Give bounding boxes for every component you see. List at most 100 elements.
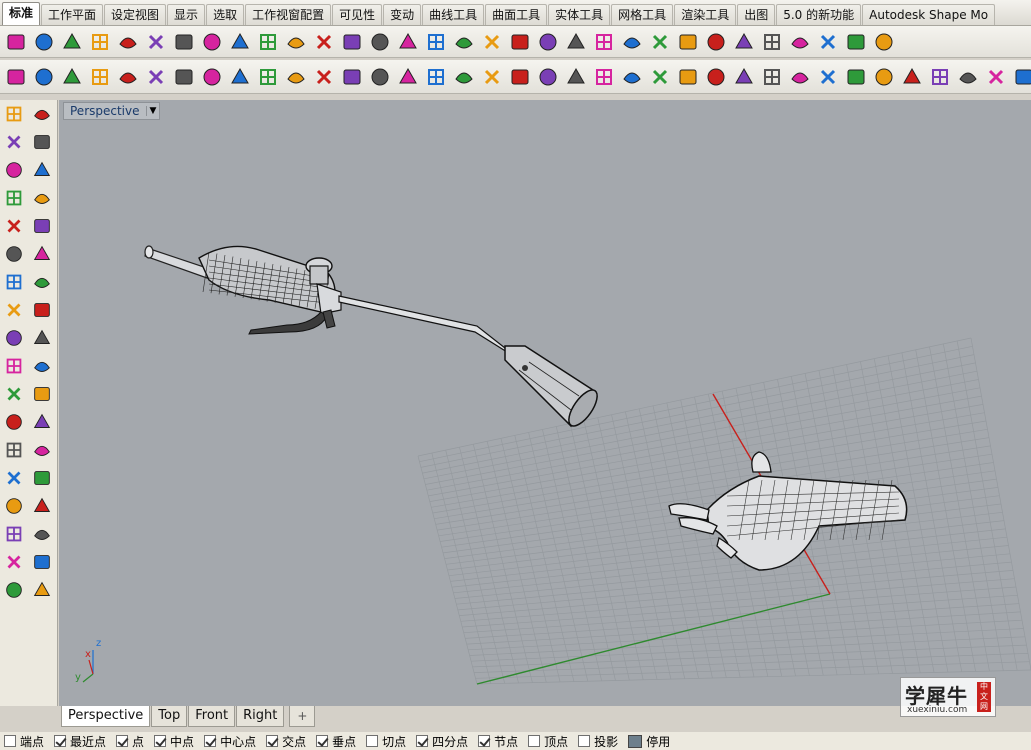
- zoom-selected-icon[interactable]: [394, 28, 422, 56]
- ribbon-tab[interactable]: 网格工具: [611, 4, 674, 25]
- split-icon[interactable]: [310, 63, 338, 91]
- torch-model[interactable]: [144, 245, 602, 430]
- viewport-tab-right[interactable]: Right: [236, 706, 285, 727]
- render-icon[interactable]: [786, 28, 814, 56]
- circle-icon[interactable]: [0, 156, 28, 184]
- points-icon[interactable]: [0, 520, 28, 548]
- osnap-checkbox[interactable]: [478, 735, 491, 747]
- rebuild-icon[interactable]: [282, 63, 310, 91]
- curve-on-surface-icon[interactable]: [954, 63, 982, 91]
- import-icon[interactable]: [114, 28, 142, 56]
- scene-canvas[interactable]: z x y: [59, 100, 1031, 706]
- osnap-checkbox[interactable]: [204, 735, 217, 747]
- points-grid-icon[interactable]: [926, 63, 954, 91]
- ribbon-tab[interactable]: 工作平面: [41, 4, 104, 25]
- curve-tool-icon[interactable]: [0, 548, 28, 576]
- bend-icon[interactable]: [814, 63, 842, 91]
- ribbon-tab[interactable]: 变动: [383, 4, 422, 25]
- text-icon[interactable]: [0, 436, 28, 464]
- undo-view-icon[interactable]: [422, 28, 450, 56]
- sweep-icon[interactable]: [450, 63, 478, 91]
- cross-icon[interactable]: [702, 63, 730, 91]
- open-folder-icon[interactable]: [30, 28, 58, 56]
- zoom-extents-icon[interactable]: [366, 28, 394, 56]
- ribbon-tab[interactable]: 标准: [2, 2, 41, 25]
- osnap-checkbox[interactable]: [416, 735, 429, 747]
- osnap-checkbox[interactable]: [366, 735, 379, 747]
- cap-icon[interactable]: [674, 63, 702, 91]
- cage-icon[interactable]: [142, 63, 170, 91]
- osnap-checkbox[interactable]: [266, 735, 279, 747]
- osnap-checkbox[interactable]: [54, 735, 67, 747]
- osnap-checkbox[interactable]: [154, 735, 167, 747]
- viewport-tab-top[interactable]: Top: [151, 706, 188, 727]
- rectangle-icon[interactable]: [28, 184, 56, 212]
- car-icon[interactable]: [478, 28, 506, 56]
- group-icon[interactable]: [0, 380, 28, 408]
- four-viewports-icon[interactable]: [450, 28, 478, 56]
- viewport-title[interactable]: Perspective ▼: [63, 102, 161, 120]
- undo-icon[interactable]: [226, 28, 254, 56]
- extend-icon[interactable]: [170, 63, 198, 91]
- layer-icon[interactable]: [646, 28, 674, 56]
- dimension-icon[interactable]: [28, 520, 56, 548]
- network-icon[interactable]: [114, 63, 142, 91]
- boolean-icon[interactable]: [0, 324, 28, 352]
- blend-icon[interactable]: [86, 63, 114, 91]
- grid-snap-icon[interactable]: [534, 28, 562, 56]
- surface-edit-icon[interactable]: [28, 240, 56, 268]
- zoom-window-icon[interactable]: [338, 28, 366, 56]
- explode-icon[interactable]: [28, 324, 56, 352]
- help-icon[interactable]: [870, 28, 898, 56]
- viewport-title-label[interactable]: Perspective: [64, 104, 146, 118]
- arc-icon[interactable]: [0, 184, 28, 212]
- perspective-viewport[interactable]: Perspective ▼ z x y: [59, 100, 1031, 706]
- loft-icon[interactable]: [422, 63, 450, 91]
- osnap-checkbox[interactable]: [116, 735, 129, 747]
- select-points-icon[interactable]: [562, 28, 590, 56]
- ribbon-tab[interactable]: Autodesk Shape Mo: [862, 4, 996, 25]
- pan-hand-icon[interactable]: [254, 28, 282, 56]
- grid-icon[interactable]: [618, 63, 646, 91]
- surface-box-icon[interactable]: [58, 63, 86, 91]
- align-icon[interactable]: [28, 464, 56, 492]
- smooth-icon[interactable]: [898, 63, 926, 91]
- osnap-option[interactable]: 交点: [266, 733, 306, 750]
- paste-icon[interactable]: [198, 28, 226, 56]
- print-icon[interactable]: [86, 28, 114, 56]
- osnap-option[interactable]: 中心点: [204, 733, 256, 750]
- select-cube-icon[interactable]: [646, 63, 674, 91]
- fillet-icon[interactable]: [198, 63, 226, 91]
- fillet-curve-icon[interactable]: [28, 212, 56, 240]
- shaded-sphere-icon[interactable]: [702, 28, 730, 56]
- ribbon-tab[interactable]: 设定视图: [104, 4, 167, 25]
- lock-icon[interactable]: [618, 28, 646, 56]
- ribbon-tab[interactable]: 出图: [737, 4, 776, 25]
- surface-from-curves-icon[interactable]: [30, 63, 58, 91]
- cage-edit-icon[interactable]: [0, 576, 28, 604]
- osnap-option[interactable]: 切点: [366, 733, 406, 750]
- rendered-sphere-icon[interactable]: [758, 28, 786, 56]
- project-icon[interactable]: [28, 352, 56, 380]
- zoom-icon[interactable]: [310, 28, 338, 56]
- osnap-option[interactable]: 最近点: [54, 733, 106, 750]
- box-icon[interactable]: [0, 268, 28, 296]
- array-icon[interactable]: [0, 464, 28, 492]
- osnap-option[interactable]: 垂点: [316, 733, 356, 750]
- extract-icon[interactable]: [730, 63, 758, 91]
- match-icon[interactable]: [226, 63, 254, 91]
- trim-icon[interactable]: [338, 63, 366, 91]
- check-icon[interactable]: [28, 548, 56, 576]
- curve-points-icon[interactable]: [28, 128, 56, 156]
- osnap-option[interactable]: 节点: [478, 733, 518, 750]
- merge-icon[interactable]: [254, 63, 282, 91]
- color-wheel-icon[interactable]: [674, 28, 702, 56]
- trim-icon[interactable]: [0, 352, 28, 380]
- ribbon-tab[interactable]: 5.0 的新功能: [776, 4, 862, 25]
- ribbon-tab[interactable]: 渲染工具: [674, 4, 737, 25]
- revolve-icon[interactable]: [562, 63, 590, 91]
- mirror-icon[interactable]: [28, 380, 56, 408]
- osnap-option[interactable]: 中点: [154, 733, 194, 750]
- viewport-tab-front[interactable]: Front: [188, 706, 236, 727]
- edge-icon[interactable]: [506, 63, 534, 91]
